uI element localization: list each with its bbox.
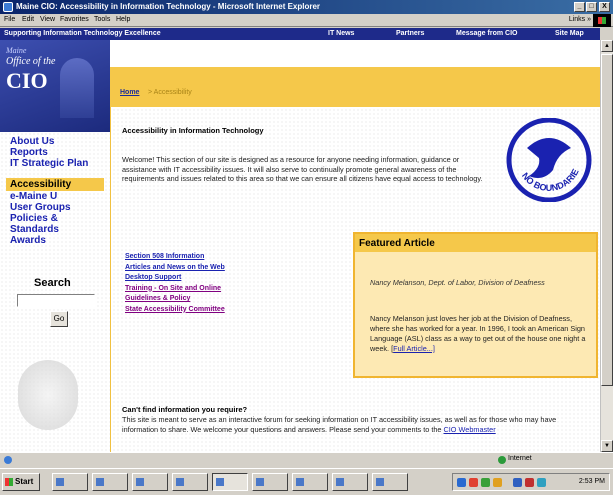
link-training[interactable]: Training - On Site and Online: [125, 284, 225, 295]
minimize-button[interactable]: _: [574, 2, 585, 12]
site-logo[interactable]: Maine Office of the CIO: [0, 40, 110, 132]
breadcrumb-home[interactable]: Home: [120, 89, 139, 96]
nav-message-from-cio[interactable]: Message from CIO: [456, 30, 517, 37]
window-title-bar: Maine CIO: Accessibility in Information …: [0, 0, 613, 14]
maximize-button[interactable]: □: [586, 2, 597, 12]
tray-app-icon[interactable]: [537, 478, 546, 487]
network-icon[interactable]: [457, 478, 466, 487]
menu-file[interactable]: File: [4, 16, 15, 23]
link-desktop-support[interactable]: Desktop Support: [125, 273, 225, 284]
status-bar: Internet: [0, 452, 613, 466]
featured-article-body: Nancy Melanson just loves her job at the…: [370, 314, 586, 353]
windows-logo-icon: [593, 14, 611, 27]
tray-app-icon[interactable]: [513, 478, 522, 487]
breadcrumb-current: > Accessibility: [148, 89, 192, 96]
breadcrumb: Home > Accessibility: [110, 67, 600, 107]
resource-links: Section 508 Information Articles and New…: [125, 252, 225, 315]
taskbar-item[interactable]: [252, 473, 288, 491]
sidebar-item-reports[interactable]: Reports: [10, 148, 48, 158]
bird-icon: [527, 138, 571, 178]
ie-icon: [3, 2, 13, 12]
internet-zone-icon: [498, 456, 506, 464]
column-divider: [110, 107, 111, 452]
close-button[interactable]: X: [599, 2, 610, 12]
taskbar-item[interactable]: [172, 473, 208, 491]
sidebar-item-standards[interactable]: Standards: [10, 225, 59, 235]
logo-line3: CIO: [6, 68, 48, 93]
taskbar-item-active[interactable]: [212, 473, 248, 491]
sidebar-item-user-groups[interactable]: User Groups: [10, 203, 71, 213]
taskbar-item[interactable]: [332, 473, 368, 491]
logo-line2: Office of the: [6, 56, 56, 67]
question-heading: Can't find information you require?: [122, 405, 248, 414]
search-label: Search: [34, 277, 71, 289]
link-guidelines-policy[interactable]: Guidelines & Policy: [125, 294, 225, 305]
featured-article-title: Featured Article: [355, 234, 596, 252]
system-tray: 2:53 PM: [452, 473, 610, 491]
link-state-committee[interactable]: State Accessibility Committee: [125, 305, 225, 316]
scroll-up-arrow-icon[interactable]: ▲: [601, 40, 613, 52]
antivirus-icon[interactable]: [469, 478, 478, 487]
volume-icon[interactable]: [493, 478, 502, 487]
capitol-dome-icon: [60, 58, 94, 118]
start-button[interactable]: Start: [2, 473, 40, 491]
security-zone: Internet: [508, 455, 532, 462]
taskbar: Start 2:53 PM: [0, 468, 613, 495]
featured-article-box: Featured Article Nancy Melanson, Dept. o…: [353, 232, 598, 378]
clock: 2:53 PM: [578, 478, 605, 485]
logo-line1: Maine: [6, 46, 27, 55]
site-tagline: Supporting Information Technology Excell…: [4, 30, 161, 37]
sidebar-item-awards[interactable]: Awards: [10, 236, 46, 246]
header-spacer: [110, 40, 600, 67]
link-section-508[interactable]: Section 508 Information: [125, 252, 225, 263]
sidebar-item-it-strategic-plan[interactable]: IT Strategic Plan: [10, 159, 88, 169]
scroll-down-arrow-icon[interactable]: ▼: [601, 440, 613, 452]
taskbar-item[interactable]: [92, 473, 128, 491]
sidebar-item-about-us[interactable]: About Us: [10, 137, 54, 147]
question-body: This site is meant to serve as an intera…: [122, 415, 592, 434]
window-title: Maine CIO: Accessibility in Information …: [16, 2, 321, 11]
page-title: Accessibility in Information Technology: [122, 126, 264, 135]
nav-it-news[interactable]: IT News: [328, 30, 354, 37]
sidebar-item-policies[interactable]: Policies &: [10, 214, 58, 224]
menu-tools[interactable]: Tools: [94, 16, 110, 23]
link-articles-news[interactable]: Articles and News on the Web: [125, 263, 225, 274]
search-input[interactable]: [17, 294, 95, 307]
menu-edit[interactable]: Edit: [22, 16, 34, 23]
sidebar-item-e-maine-u[interactable]: e-Maine U: [10, 192, 57, 202]
taskbar-item[interactable]: [372, 473, 408, 491]
tray-app-icon[interactable]: [481, 478, 490, 487]
menu-bar: File Edit View Favorites Tools Help Link…: [0, 14, 613, 27]
tray-app-icon[interactable]: [525, 478, 534, 487]
taskbar-item[interactable]: [132, 473, 168, 491]
nav-site-map[interactable]: Site Map: [555, 30, 584, 37]
scroll-thumb[interactable]: [601, 54, 613, 386]
taskbar-item[interactable]: [292, 473, 328, 491]
menu-help[interactable]: Help: [116, 16, 130, 23]
menu-view[interactable]: View: [40, 16, 55, 23]
site-top-bar: Supporting Information Technology Excell…: [0, 28, 600, 40]
cio-webmaster-link[interactable]: CIO Webmaster: [444, 425, 496, 434]
page-status-icon: [4, 456, 12, 464]
sidebar-item-accessibility[interactable]: Accessibility: [10, 180, 71, 190]
vertical-scrollbar[interactable]: ▲ ▼: [600, 40, 613, 452]
featured-article-author: Nancy Melanson, Dept. of Labor, Division…: [370, 278, 545, 287]
taskbar-item[interactable]: [52, 473, 88, 491]
state-seal-image: [18, 360, 78, 430]
menu-favorites[interactable]: Favorites: [60, 16, 89, 23]
search-go-button[interactable]: Go: [50, 311, 68, 327]
intro-paragraph: Welcome! This section of our site is des…: [122, 155, 483, 183]
full-article-link[interactable]: Full Article...]: [393, 344, 435, 353]
no-boundaries-logo: NO BOUNDARIES: [505, 118, 592, 202]
links-toolbar[interactable]: Links »: [569, 16, 591, 23]
nav-partners[interactable]: Partners: [396, 30, 424, 37]
